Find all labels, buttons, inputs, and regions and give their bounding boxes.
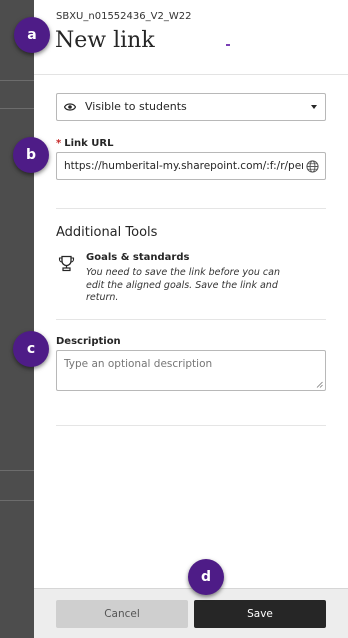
link-url-label-text: Link URL — [64, 138, 114, 149]
background-divider — [0, 470, 34, 471]
chevron-down-icon — [311, 105, 317, 109]
panel-header: SBXU_n01552436_V2_W22 New link — [34, 0, 348, 74]
trophy-icon — [58, 255, 75, 272]
callout-badge-d: d — [188, 559, 224, 595]
background-divider — [0, 108, 34, 109]
description-textarea[interactable]: Type an optional description — [56, 350, 326, 391]
goals-standards-note: You need to save the link before you can… — [86, 267, 280, 303]
section-divider — [56, 319, 326, 320]
callout-badge-c: c — [13, 331, 49, 367]
background-divider — [0, 500, 34, 501]
new-link-panel: SBXU_n01552436_V2_W22 New link Visible t… — [34, 0, 348, 638]
panel-footer: Cancel Save — [34, 588, 348, 638]
section-divider — [56, 208, 326, 209]
description-label: Description — [56, 336, 121, 347]
callout-badge-b: b — [13, 137, 49, 173]
callout-badge-a: a — [14, 17, 50, 53]
link-url-value: https://humberital-my.sharepoint.com/:f:… — [64, 160, 303, 172]
visibility-selected-value: Visible to students — [85, 100, 187, 113]
section-divider — [56, 425, 326, 426]
goals-standards-title: Goals & standards — [86, 252, 190, 263]
course-id: SBXU_n01552436_V2_W22 — [56, 11, 192, 22]
eye-icon — [64, 103, 76, 111]
header-divider — [34, 74, 348, 75]
resize-handle-icon[interactable] — [316, 381, 323, 388]
page-title: New link — [55, 28, 155, 53]
background-page — [0, 0, 34, 638]
visibility-dropdown[interactable]: Visible to students — [56, 93, 326, 121]
description-placeholder: Type an optional description — [64, 358, 213, 370]
cancel-button[interactable]: Cancel — [56, 600, 188, 628]
link-url-label: * Link URL — [56, 138, 113, 149]
globe-icon — [306, 160, 319, 173]
cursor-mark — [226, 44, 230, 46]
link-url-input[interactable]: https://humberital-my.sharepoint.com/:f:… — [56, 152, 326, 180]
background-divider — [0, 80, 34, 81]
required-marker: * — [56, 138, 62, 149]
save-button[interactable]: Save — [194, 600, 326, 628]
additional-tools-heading: Additional Tools — [56, 225, 158, 240]
